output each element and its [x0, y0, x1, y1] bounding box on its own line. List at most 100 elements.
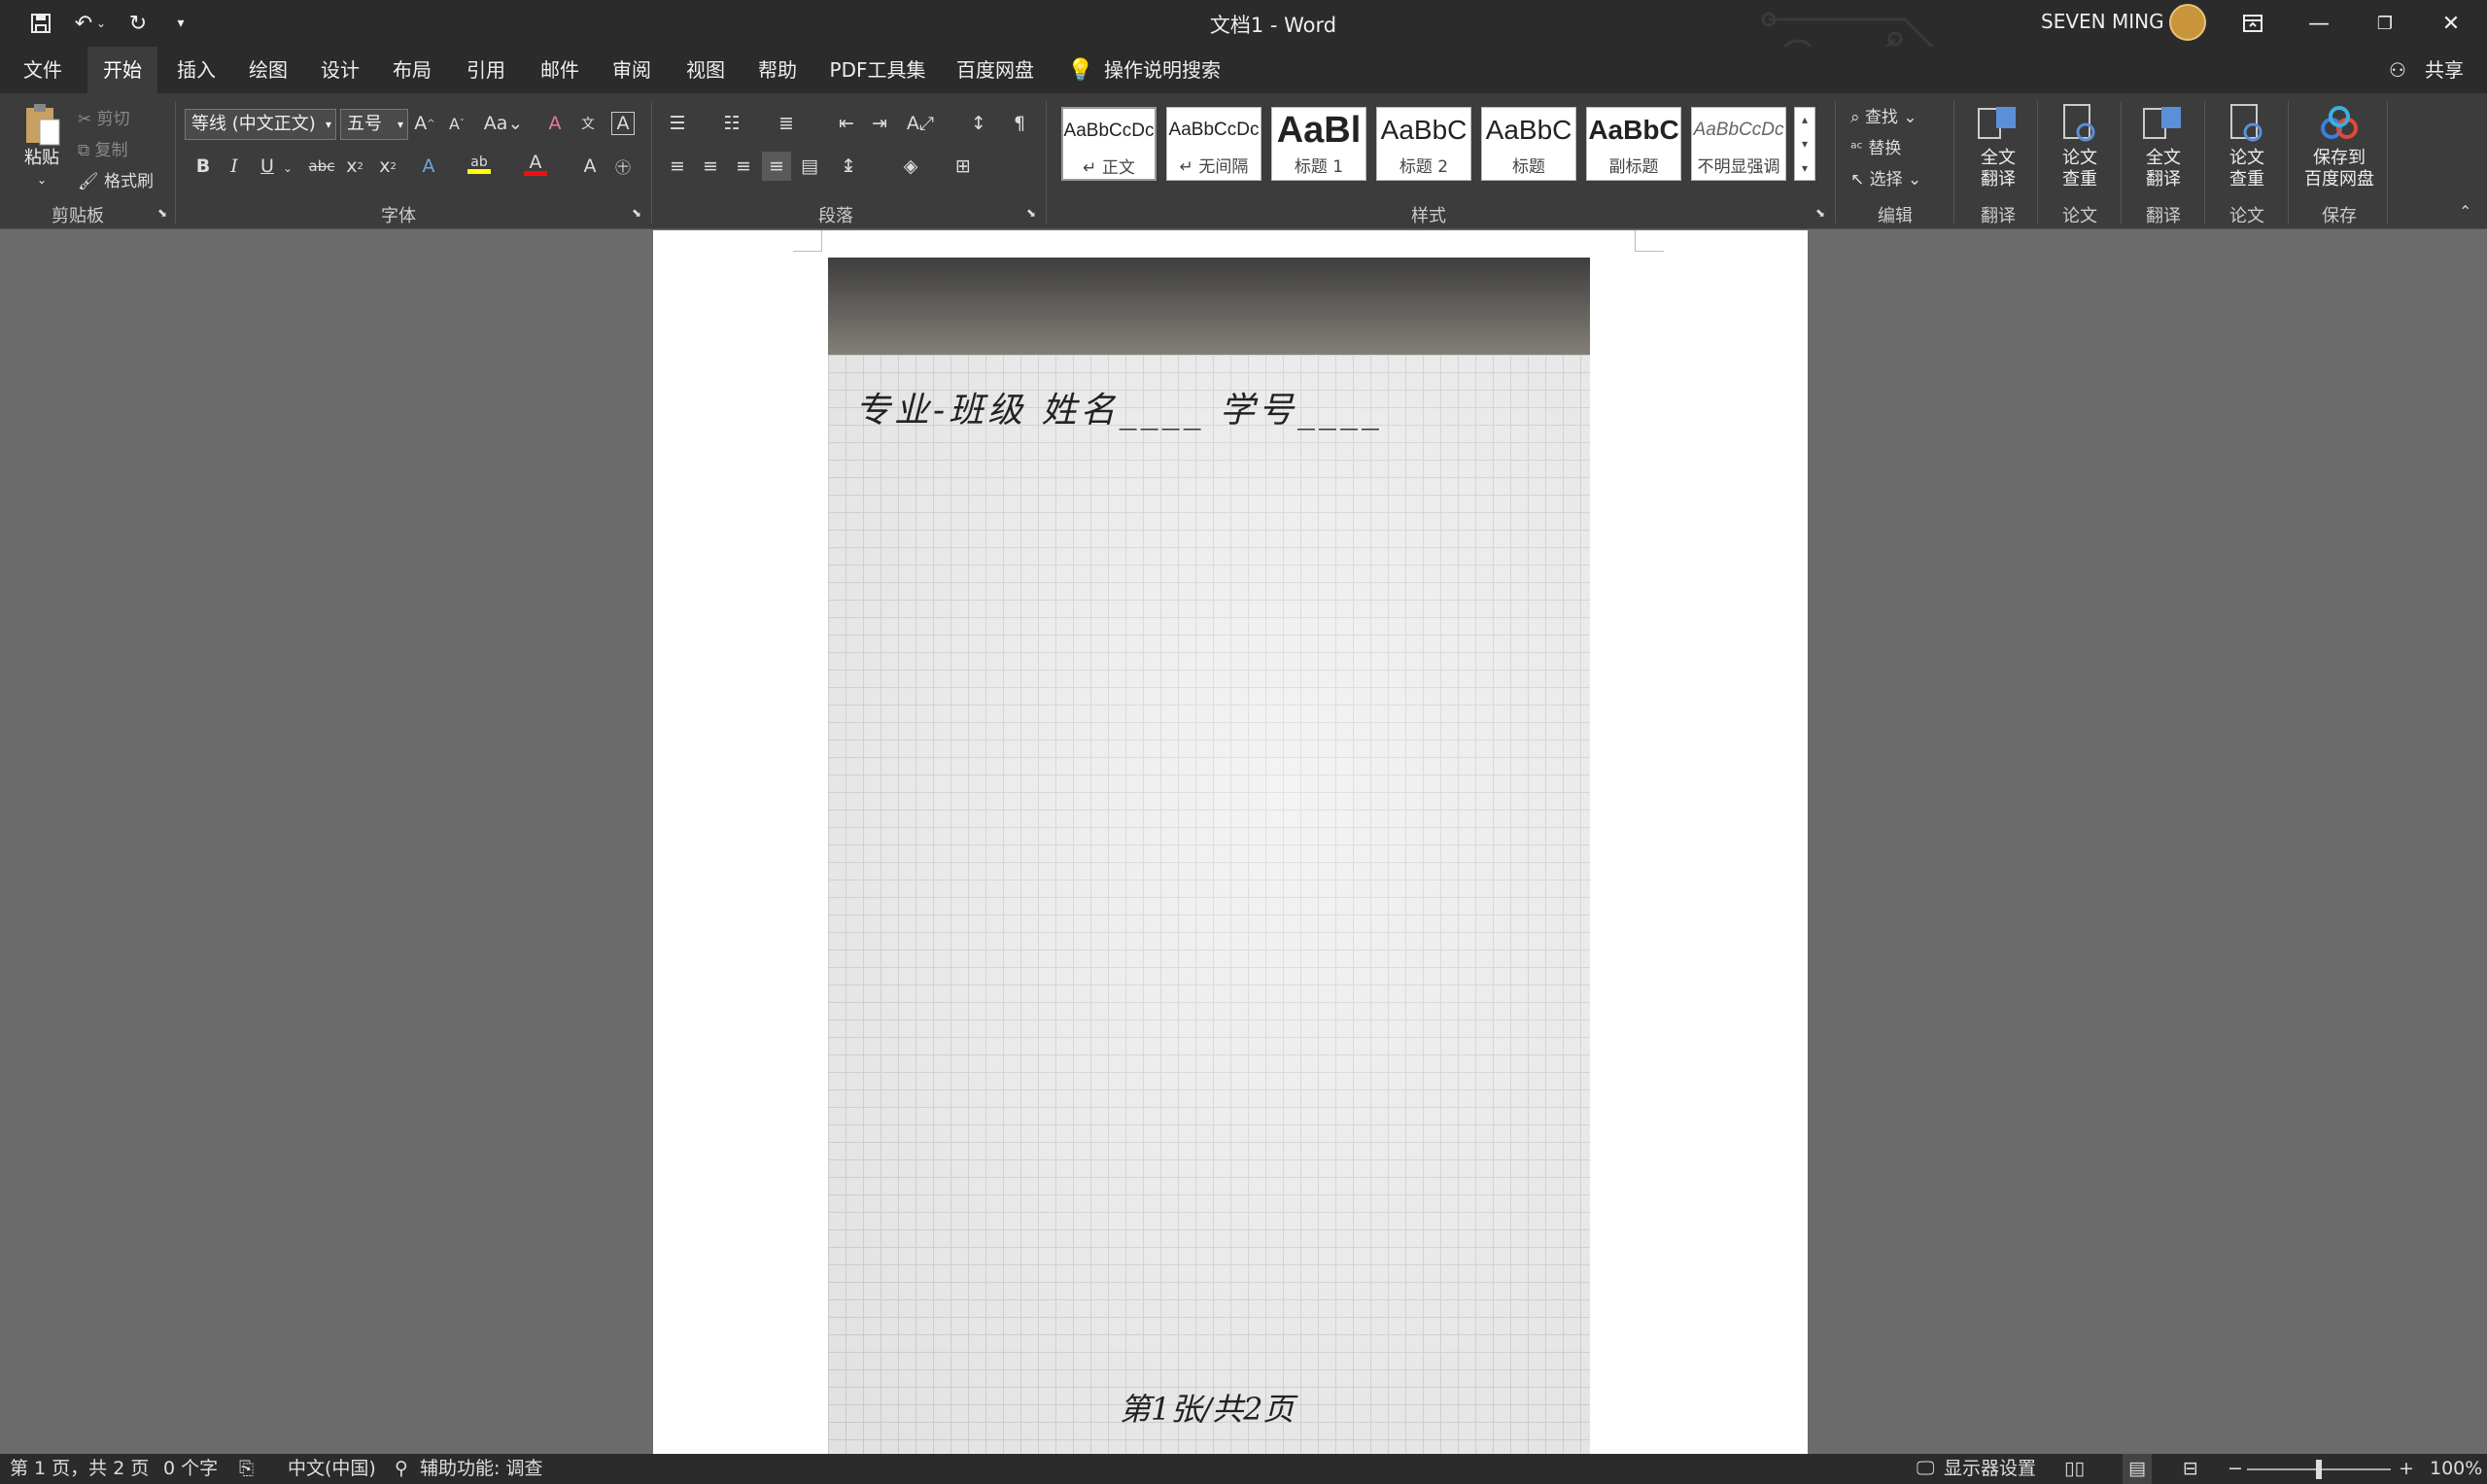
grow-font-icon[interactable]: A ^: [410, 109, 439, 138]
font-color-icon[interactable]: A: [521, 150, 550, 179]
style-normal[interactable]: AaBbCcDc ↵ 正文: [1061, 107, 1157, 181]
print-layout-icon[interactable]: ▤: [2123, 1454, 2152, 1484]
phonetic-guide-icon[interactable]: 文: [573, 109, 603, 138]
close-icon[interactable]: ✕: [2430, 8, 2472, 39]
dialog-launcher-icon[interactable]: ⬊: [632, 206, 641, 220]
restore-icon[interactable]: ❐: [2364, 8, 2406, 39]
display-settings-button[interactable]: 显示器设置: [1944, 1454, 2036, 1484]
tab-baidu-netdisk[interactable]: 百度网盘: [949, 47, 1042, 93]
proofing-icon[interactable]: ⎘: [239, 1454, 254, 1484]
zoom-slider[interactable]: [2247, 1460, 2391, 1479]
clear-formatting-icon[interactable]: A: [540, 109, 570, 138]
collapse-ribbon-icon[interactable]: ⌃: [2459, 202, 2471, 221]
tell-me-search[interactable]: 操作说明搜索: [1104, 47, 1230, 93]
font-name-select[interactable]: 等线 (中文正文) ▾: [185, 109, 336, 140]
minimize-icon[interactable]: —: [2297, 8, 2340, 39]
increase-indent-icon[interactable]: ⇥: [865, 109, 894, 138]
show-marks-icon[interactable]: ¶: [1005, 109, 1034, 138]
strikethrough-icon[interactable]: abc: [307, 152, 336, 181]
inserted-photo[interactable]: 专业-班级 姓名____ 学号____ 第1张/共2页: [828, 258, 1590, 1454]
tab-home[interactable]: 开始: [87, 47, 157, 93]
justify-icon[interactable]: ≡: [762, 152, 791, 181]
share-button[interactable]: 共享: [2420, 47, 2469, 93]
zoom-level[interactable]: 100%: [2430, 1454, 2482, 1484]
bold-icon[interactable]: B: [189, 152, 218, 181]
paste-button[interactable]: 粘贴 ⌄: [14, 101, 70, 190]
underline-icon[interactable]: U: [253, 152, 282, 181]
decrease-indent-icon[interactable]: ⇤: [832, 109, 861, 138]
page-count[interactable]: 第 1 页，共 2 页: [10, 1454, 149, 1484]
style-title[interactable]: AaBbC 标题: [1481, 107, 1576, 181]
zoom-slider-thumb[interactable]: [2316, 1460, 2322, 1479]
document-canvas[interactable]: 专业-班级 姓名____ 学号____ 第1张/共2页: [0, 230, 2487, 1454]
zoom-in-icon[interactable]: +: [2399, 1454, 2414, 1484]
tab-help[interactable]: 帮助: [746, 47, 809, 93]
text-shading-icon[interactable]: A: [575, 152, 604, 181]
chevron-down-icon[interactable]: ⌄: [280, 154, 295, 183]
borders-icon[interactable]: ⊞: [949, 152, 978, 181]
align-right-icon[interactable]: ≡: [729, 152, 758, 181]
dialog-launcher-icon[interactable]: ⬊: [1815, 206, 1825, 220]
save-to-netdisk-button[interactable]: 保存到 百度网盘: [2296, 101, 2383, 190]
zoom-out-icon[interactable]: −: [2228, 1454, 2243, 1484]
full-translate-button[interactable]: 全文 翻译: [1963, 101, 2033, 190]
select-button[interactable]: ↖ 选择 ⌄: [1850, 165, 1921, 190]
distributed-icon[interactable]: ▤: [795, 152, 824, 181]
text-effects-icon[interactable]: A: [414, 152, 443, 181]
web-layout-icon[interactable]: ⊟: [2183, 1454, 2198, 1484]
numbering-icon[interactable]: ☷: [717, 109, 746, 138]
style-heading-2[interactable]: AaBbC 标题 2: [1376, 107, 1471, 181]
styles-scroll[interactable]: ▴ ▾ ▾: [1794, 107, 1815, 181]
bullets-icon[interactable]: ☰: [663, 109, 692, 138]
tab-mailings[interactable]: 邮件: [529, 47, 591, 93]
full-translate-button-2[interactable]: 全文 翻译: [2128, 101, 2198, 190]
tab-view[interactable]: 视图: [674, 47, 737, 93]
shading-icon[interactable]: ◈: [896, 152, 925, 181]
highlight-icon[interactable]: ab: [465, 150, 494, 179]
subscript-icon[interactable]: x2: [340, 152, 369, 181]
save-icon[interactable]: [19, 8, 62, 39]
multilevel-list-icon[interactable]: ≣: [772, 109, 801, 138]
user-name[interactable]: SEVEN MING: [2041, 10, 2164, 33]
dialog-launcher-icon[interactable]: ⬊: [1026, 206, 1036, 220]
language-indicator[interactable]: 中文(中国): [288, 1454, 376, 1484]
tab-file[interactable]: 文件: [12, 47, 74, 93]
superscript-icon[interactable]: x2: [373, 152, 402, 181]
tab-references[interactable]: 引用: [455, 47, 517, 93]
style-subtle-emphasis[interactable]: AaBbCcDc 不明显强调: [1691, 107, 1786, 181]
word-count[interactable]: 0 个字: [163, 1454, 218, 1484]
shrink-font-icon[interactable]: Aˇ: [442, 109, 471, 138]
format-painter-button[interactable]: 🖌 格式刷: [78, 167, 154, 191]
document-page[interactable]: 专业-班级 姓名____ 学号____ 第1张/共2页: [653, 230, 1808, 1454]
replace-button[interactable]: ᵃᶜ 替换: [1850, 134, 1901, 158]
style-heading-1[interactable]: AaBl 标题 1: [1271, 107, 1366, 181]
cut-button[interactable]: ✂ 剪切: [78, 105, 130, 129]
ribbon-display-icon[interactable]: [2231, 8, 2274, 39]
copy-button[interactable]: ⧉ 复制: [78, 136, 128, 160]
undo-dropdown-icon[interactable]: ⌄: [91, 8, 111, 39]
tab-design[interactable]: 设计: [309, 47, 371, 93]
align-left-icon[interactable]: ≡: [663, 152, 692, 181]
character-border-icon[interactable]: A: [611, 112, 635, 135]
dialog-launcher-icon[interactable]: ⬊: [157, 206, 167, 220]
line-spacing-icon[interactable]: ↨: [834, 152, 863, 181]
redo-icon[interactable]: ↻: [117, 8, 159, 39]
find-button[interactable]: ⌕ 查找 ⌄: [1850, 103, 1917, 127]
align-center-icon[interactable]: ≡: [696, 152, 725, 181]
tab-draw[interactable]: 绘图: [237, 47, 299, 93]
paper-check-button[interactable]: 论文 查重: [2045, 101, 2115, 190]
font-size-select[interactable]: 五号 ▾: [340, 109, 408, 140]
tab-insert[interactable]: 插入: [165, 47, 227, 93]
avatar[interactable]: [2169, 4, 2206, 41]
sort-icon[interactable]: ↕: [964, 109, 993, 138]
paper-check-button-2[interactable]: 论文 查重: [2212, 101, 2282, 190]
change-case-icon[interactable]: Aa⌄: [482, 109, 525, 138]
customize-icon[interactable]: ▾: [159, 8, 202, 39]
text-direction-icon[interactable]: A⤢: [906, 109, 935, 138]
accessibility-status[interactable]: 辅助功能: 调查: [420, 1454, 542, 1484]
style-subtitle[interactable]: AaBbC 副标题: [1586, 107, 1681, 181]
enclosed-char-icon[interactable]: ㊉: [608, 152, 638, 181]
tab-layout[interactable]: 布局: [381, 47, 443, 93]
tab-pdf-tools[interactable]: PDF工具集: [826, 47, 929, 93]
tab-review[interactable]: 审阅: [601, 47, 663, 93]
